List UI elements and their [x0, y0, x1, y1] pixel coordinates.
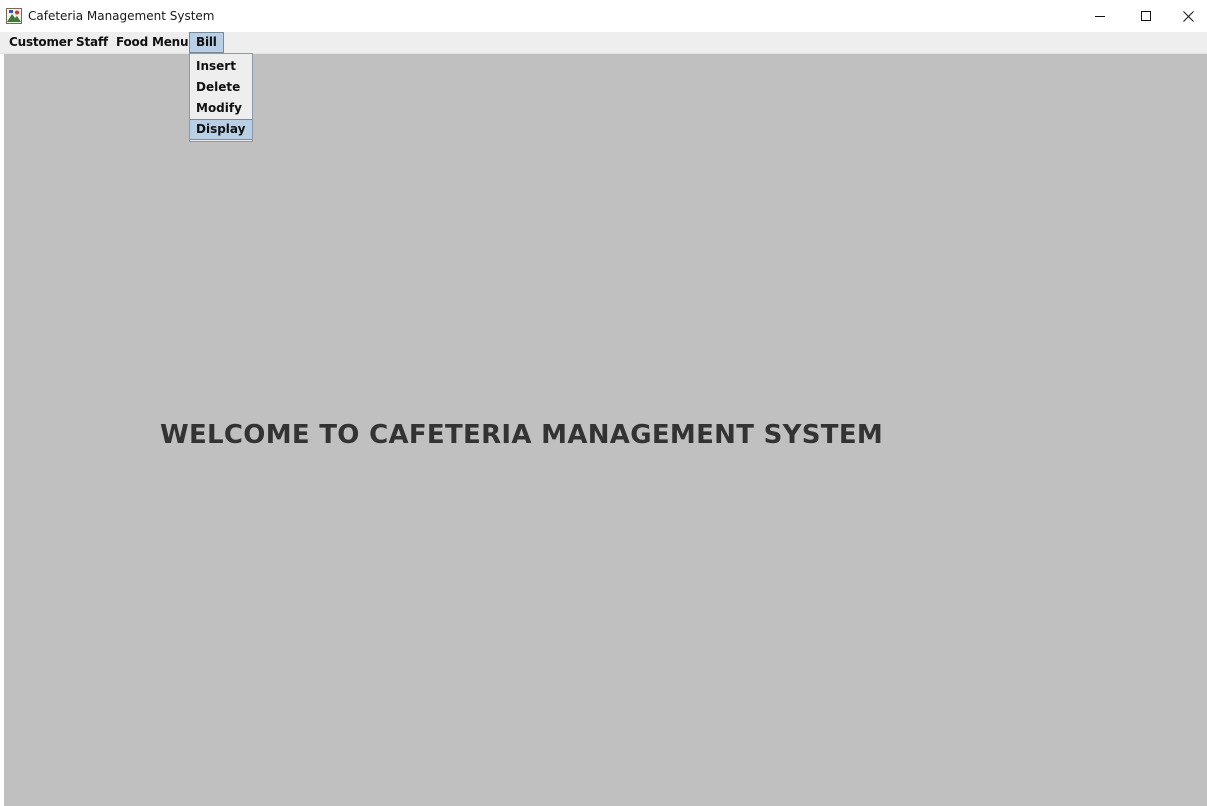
bill-menu-item-delete[interactable]: Delete — [190, 77, 252, 98]
title-bar[interactable]: Cafeteria Management System — [0, 0, 1207, 32]
menu-staff[interactable]: Staff — [71, 32, 113, 53]
menu-customer[interactable]: Customer — [4, 32, 77, 53]
window-title: Cafeteria Management System — [28, 9, 215, 23]
bill-menu-item-insert[interactable]: Insert — [190, 56, 252, 77]
minimize-button[interactable] — [1077, 0, 1123, 32]
minimize-icon — [1094, 11, 1106, 22]
menu-bar: Customer Staff Food Menu Bill — [0, 32, 1207, 54]
maximize-button[interactable] — [1123, 0, 1169, 32]
main-content-area: WELCOME TO CAFETERIA MANAGEMENT SYSTEM — [4, 54, 1207, 806]
welcome-heading: WELCOME TO CAFETERIA MANAGEMENT SYSTEM — [160, 420, 884, 450]
app-window: Cafeteria Management System Customer Sta… — [0, 0, 1207, 806]
java-app-icon — [6, 8, 22, 24]
menu-bill[interactable]: Bill — [189, 32, 224, 53]
bill-menu-item-display[interactable]: Display — [190, 119, 252, 140]
bill-dropdown-menu: Insert Delete Modify Display — [189, 53, 253, 142]
menu-food-menu[interactable]: Food Menu — [111, 32, 193, 53]
maximize-icon — [1140, 10, 1152, 22]
close-button[interactable] — [1169, 0, 1207, 32]
close-icon — [1182, 10, 1194, 22]
bill-menu-item-modify[interactable]: Modify — [190, 98, 252, 119]
